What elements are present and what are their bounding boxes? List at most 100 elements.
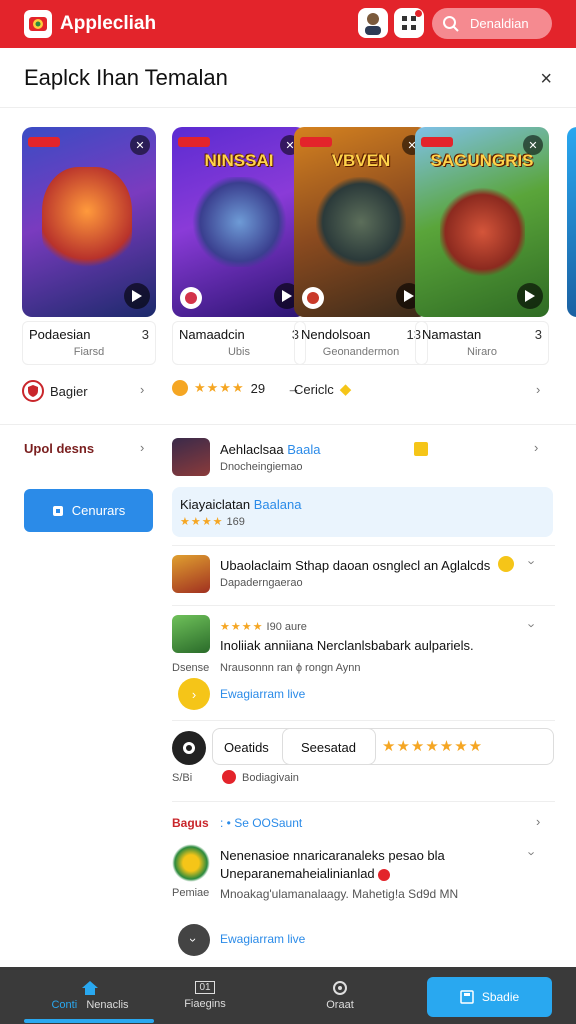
game-card-image[interactable]: VBVEN ✕ (294, 127, 428, 317)
divider (172, 545, 555, 546)
game-card-name: Nendolsoan (301, 327, 371, 342)
section-tag-detail: : • Se OOSaunt (220, 816, 303, 830)
save-icon (460, 990, 474, 1004)
sort-item-bagier[interactable]: Bagier (22, 380, 88, 402)
list-item-title[interactable]: Kiayaiclatan Baalana (180, 497, 301, 512)
profile-avatar[interactable] (358, 8, 388, 38)
card-badge (28, 137, 60, 147)
tab-home[interactable]: Conti Nenaclis (20, 967, 160, 1024)
game-card-subtitle: Ubis (227, 346, 250, 358)
close-icon[interactable]: ✕ (523, 135, 543, 155)
list-item-title[interactable]: Ubaolaclaim Sthap daoan osnglecl an Agla… (220, 558, 490, 573)
app-logo-icon[interactable] (24, 10, 52, 38)
list-item-title[interactable]: Nenenasioe nnaricaranaleks pesao bla (220, 848, 445, 863)
left-action-button-label: Cenurars (71, 503, 126, 518)
list-item-thumbnail[interactable] (172, 615, 210, 653)
chevron-right-icon[interactable]: › (140, 440, 144, 455)
list-item-title[interactable]: Inoliiak anniiana Nerclanlsbabark aulpar… (220, 638, 474, 653)
pages-icon: 01 (195, 981, 215, 994)
game-card[interactable]: VBVEN ✕ Nendolsoan 13 Geonandermon (294, 127, 428, 365)
list-item-subtitle: Mnoakag'ulamanalaagy. Mahetig!a Sd9d MN (220, 887, 459, 901)
chevron-down-icon[interactable]: › (525, 560, 540, 564)
badge-icon (222, 770, 236, 784)
list-item-caption: S/Bi (172, 772, 193, 784)
chevron-right-icon[interactable]: › (536, 814, 540, 829)
play-icon[interactable] (517, 283, 543, 309)
list-item-link[interactable]: Ewagiarram live (220, 932, 305, 946)
search-icon (443, 15, 459, 32)
sort-item-label: Cericlc (294, 381, 334, 397)
search-button-label: Denaldian (470, 16, 529, 31)
tab-home-label: Conti Nenaclis (51, 998, 129, 1011)
game-card-image[interactable] (567, 127, 576, 317)
list-item-highlighted[interactable] (172, 487, 553, 537)
list-item-subtitle: Dnocheingiemao (220, 461, 303, 473)
list-item-caption: Dsense (172, 662, 210, 674)
game-card-number: 3 (141, 327, 149, 342)
chevron-down-icon[interactable]: › (525, 623, 540, 627)
apps-grid-icon[interactable] (394, 8, 424, 38)
game-card-name: Namaadcin (179, 327, 245, 342)
close-icon[interactable]: ✕ (130, 135, 150, 155)
list-item-title[interactable]: Aehlaclsaa Baala (220, 442, 320, 457)
game-card-subtitle: Fiarsd (73, 346, 105, 358)
cta-button-label: Sbadie (481, 990, 520, 1004)
game-card-info: Namaadcin 3 Ubis (172, 321, 306, 365)
play-icon[interactable] (124, 283, 150, 309)
cta-button[interactable]: Sbadie (427, 977, 552, 1017)
tag-icon: ◆ (339, 381, 352, 398)
tab-create[interactable]: Oraat (305, 967, 375, 1024)
list-item-rating: ★★★★ 169 (180, 516, 245, 528)
game-card-peek[interactable] (567, 127, 576, 317)
app-title: Applecliah (60, 13, 157, 34)
chevron-right-icon[interactable]: › (534, 440, 538, 455)
chevron-down-icon[interactable]: › (525, 851, 540, 855)
list-item-link[interactable]: Ewagiarram live (220, 687, 305, 701)
game-card-image[interactable]: NINSSAI ✕ (172, 127, 306, 317)
sheet-title: Eaplck Ihan Temalan (24, 64, 228, 90)
left-filter-label[interactable]: Upol desns (24, 441, 94, 456)
game-carousel[interactable]: ✕ Podaesian 3 Fiarsd NINSSAI ✕ Namaadcin… (22, 127, 576, 372)
list-item-subtitle: Bodiagivain (242, 772, 299, 784)
game-card-info: Namastan 3 Niraro (415, 321, 549, 365)
bookmark-icon (52, 505, 63, 516)
list-item-title-line2[interactable]: Uneparanemaheialinianlad (220, 866, 391, 881)
game-card[interactable]: SAGUNGRIS ✕ Namastan 3 Niraro (415, 127, 549, 365)
game-card[interactable]: NINSSAI ✕ Namaadcin 3 Ubis (172, 127, 306, 365)
section-tag: Bagus (172, 816, 209, 830)
divider (172, 801, 555, 802)
list-item-subtitle: Nrausonnn ran ϕ rongn Aynn (220, 662, 361, 674)
expand-icon[interactable]: › (178, 924, 210, 956)
chevron-right-icon[interactable]: › (536, 382, 540, 397)
search-button[interactable]: Denaldian (432, 8, 552, 39)
card-badge (421, 137, 453, 147)
list-item-thumbnail[interactable] (172, 438, 210, 476)
tab-pages[interactable]: 01 Fiaegins (170, 967, 240, 1024)
sort-item-label: Bagier (50, 383, 88, 399)
list-item-subtitle: Dapaderngaerao (220, 577, 303, 589)
rating-value: 29 (250, 380, 266, 396)
game-card-image[interactable]: ✕ (22, 127, 156, 317)
sort-item-cericlc[interactable]: Cericlc ◆ (294, 380, 351, 398)
sheet-header: Eaplck Ihan Temalan × (0, 48, 576, 108)
filter-pill-1[interactable]: Oeatids (224, 740, 269, 755)
game-card[interactable]: ✕ Podaesian 3 Fiarsd (22, 127, 156, 365)
game-card-image[interactable]: SAGUNGRIS ✕ (415, 127, 549, 317)
notification-dot (415, 10, 422, 17)
filter-pill-2[interactable]: Seesatad (301, 740, 356, 755)
game-badge-icon (180, 287, 202, 309)
rating-stars: ★★★★ (194, 380, 245, 395)
sort-row: Bagier › ★★★★ 29 → Cericlc ◆ › (22, 380, 562, 402)
camera-icon[interactable] (172, 731, 206, 765)
coin-icon (172, 380, 188, 396)
divider (172, 605, 555, 606)
left-action-button[interactable]: Cenurars (24, 489, 153, 532)
game-card-info: Nendolsoan 13 Geonandermon (294, 321, 428, 365)
list-item-thumbnail[interactable] (172, 555, 210, 593)
close-icon[interactable]: × (540, 68, 552, 91)
chevron-right-icon[interactable]: › (140, 382, 144, 397)
game-card-name: Podaesian (29, 327, 91, 342)
sort-item-rating[interactable]: ★★★★ 29 → (172, 380, 300, 396)
list-item-thumbnail[interactable] (172, 844, 210, 882)
expand-icon[interactable]: › (178, 678, 210, 710)
